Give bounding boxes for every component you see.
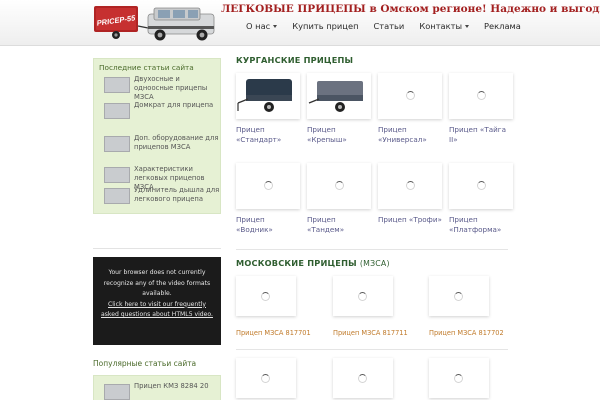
loading-spinner-icon bbox=[477, 91, 486, 100]
product-card-image[interactable] bbox=[236, 276, 296, 316]
loading-spinner-icon bbox=[358, 292, 367, 301]
nav-articles-label: Статьи bbox=[373, 21, 405, 31]
video-player[interactable]: Your browser does not currently recogniz… bbox=[93, 257, 221, 345]
loading-spinner-icon bbox=[261, 374, 270, 383]
latest-articles-title: Последние статьи сайта bbox=[99, 63, 194, 72]
sidebar-article-item[interactable]: Домкрат для прицепа bbox=[104, 101, 220, 125]
nav-contacts[interactable]: Контакты bbox=[419, 21, 470, 31]
sidebar-article-item[interactable]: Двухосные и одноосные прицепы МЗСА bbox=[104, 75, 220, 101]
article-link[interactable]: Прицеп КМЗ 8284 20 bbox=[134, 382, 209, 400]
nav-about[interactable]: О нас bbox=[246, 21, 278, 31]
sidebar-article-item[interactable]: Удлинитель дышла для легкового прицепа bbox=[104, 186, 220, 210]
latest-articles-widget: Последние статьи сайта Двухосные и одноо… bbox=[93, 58, 221, 214]
product-card-image[interactable] bbox=[378, 163, 442, 209]
article-thumbnail bbox=[104, 167, 130, 183]
article-thumbnail bbox=[104, 188, 130, 204]
product-card-image[interactable] bbox=[429, 358, 489, 398]
product-name[interactable]: Прицеп «Водник» bbox=[236, 215, 302, 235]
product-card-image[interactable] bbox=[333, 358, 393, 398]
site-header: PRICEP-55 ЛЕГКОВЫЕ ПРИЦЕПЫ в Омском реги… bbox=[0, 0, 600, 46]
product-card-image[interactable] bbox=[236, 163, 300, 209]
sidebar-article-item[interactable]: Доп. оборудование для прицепов МЗСА bbox=[104, 134, 220, 158]
sidebar-divider bbox=[93, 248, 221, 249]
section-divider bbox=[236, 249, 508, 250]
site-tagline: ЛЕГКОВЫЕ ПРИЦЕПЫ в Омском регионе! Надеж… bbox=[221, 3, 600, 15]
product-name[interactable]: Прицеп МЗСА 817711 bbox=[333, 328, 408, 338]
article-link[interactable]: Двухосные и одноосные прицепы МЗСА bbox=[134, 75, 220, 101]
article-link[interactable]: Домкрат для прицепа bbox=[134, 101, 213, 125]
product-name[interactable]: Прицеп «Платформа» bbox=[449, 215, 515, 235]
loading-spinner-icon bbox=[358, 374, 367, 383]
chevron-down-icon bbox=[465, 24, 470, 28]
moscow-title-sub: (МЗСА) bbox=[359, 259, 390, 268]
product-name[interactable]: Прицеп «Универсал» bbox=[378, 125, 446, 145]
sidebar-article-item[interactable]: Прицеп КМЗ 8284 20 bbox=[104, 382, 220, 400]
nav-ads[interactable]: Реклама bbox=[484, 21, 521, 31]
product-card-image[interactable] bbox=[449, 73, 513, 119]
popular-articles-widget: Прицеп КМЗ 8284 20 bbox=[93, 375, 221, 400]
article-thumbnail bbox=[104, 136, 130, 152]
product-name[interactable]: Прицеп «Крепыш» bbox=[307, 125, 373, 145]
product-name[interactable]: Прицеп «Стандарт» bbox=[236, 125, 302, 145]
nav-about-label: О нас bbox=[246, 21, 271, 31]
nav-articles[interactable]: Статьи bbox=[374, 21, 405, 31]
moscow-section-title: МОСКОВСКИЕ ПРИЦЕПЫ (МЗСА) bbox=[236, 258, 390, 268]
popular-articles-title: Популярные статьи сайта bbox=[93, 359, 197, 368]
product-card-image[interactable] bbox=[449, 163, 513, 209]
loading-spinner-icon bbox=[454, 292, 463, 301]
main-nav: О нас Купить прицеп Статьи Контакты Рекл… bbox=[246, 19, 536, 33]
chevron-down-icon bbox=[273, 24, 278, 28]
article-link[interactable]: Доп. оборудование для прицепов МЗСА bbox=[134, 134, 220, 158]
product-card-image[interactable] bbox=[333, 276, 393, 316]
loading-spinner-icon bbox=[406, 91, 415, 100]
article-thumbnail bbox=[104, 103, 130, 119]
nav-contacts-label: Контакты bbox=[419, 21, 463, 31]
video-fallback-text: Your browser does not currently recogniz… bbox=[103, 269, 211, 297]
nav-buy-trailer-label: Купить прицеп bbox=[292, 21, 359, 31]
loading-spinner-icon bbox=[477, 181, 486, 190]
nav-ads-label: Реклама bbox=[484, 21, 521, 31]
product-card-image[interactable] bbox=[236, 358, 296, 398]
product-name[interactable]: Прицеп «Тайга II» bbox=[449, 125, 513, 145]
loading-spinner-icon bbox=[261, 292, 270, 301]
section-divider bbox=[236, 349, 508, 350]
product-card-image[interactable] bbox=[236, 73, 300, 119]
product-card-image[interactable] bbox=[307, 163, 371, 209]
product-card-image[interactable] bbox=[429, 276, 489, 316]
product-card-image[interactable] bbox=[307, 73, 371, 119]
trailer-image bbox=[308, 81, 363, 112]
loading-spinner-icon bbox=[264, 181, 273, 190]
video-faq-link[interactable]: Click here to visit our frequently asked… bbox=[99, 300, 215, 321]
product-card-image[interactable] bbox=[378, 73, 442, 119]
product-name[interactable]: Прицеп «Трофи» bbox=[378, 215, 444, 225]
trailer-image bbox=[237, 79, 292, 112]
product-name[interactable]: Прицеп МЗСА 817702 bbox=[429, 328, 504, 338]
kurgan-section-title: КУРГАНСКИЕ ПРИЦЕПЫ bbox=[236, 55, 354, 65]
product-name[interactable]: Прицеп «Тандем» bbox=[307, 215, 373, 235]
logo[interactable]: PRICEP-55 bbox=[94, 4, 218, 44]
loading-spinner-icon bbox=[454, 374, 463, 383]
nav-buy-trailer[interactable]: Купить прицеп bbox=[292, 21, 358, 31]
product-name[interactable]: Прицеп МЗСА 817701 bbox=[236, 328, 311, 338]
moscow-title-main: МОСКОВСКИЕ ПРИЦЕПЫ bbox=[236, 258, 357, 268]
page: PRICEP-55 ЛЕГКОВЫЕ ПРИЦЕПЫ в Омском реги… bbox=[0, 0, 600, 400]
article-link[interactable]: Удлинитель дышла для легкового прицепа bbox=[134, 186, 220, 210]
article-thumbnail bbox=[104, 384, 130, 400]
article-thumbnail bbox=[104, 77, 130, 93]
loading-spinner-icon bbox=[406, 181, 415, 190]
loading-spinner-icon bbox=[335, 181, 344, 190]
